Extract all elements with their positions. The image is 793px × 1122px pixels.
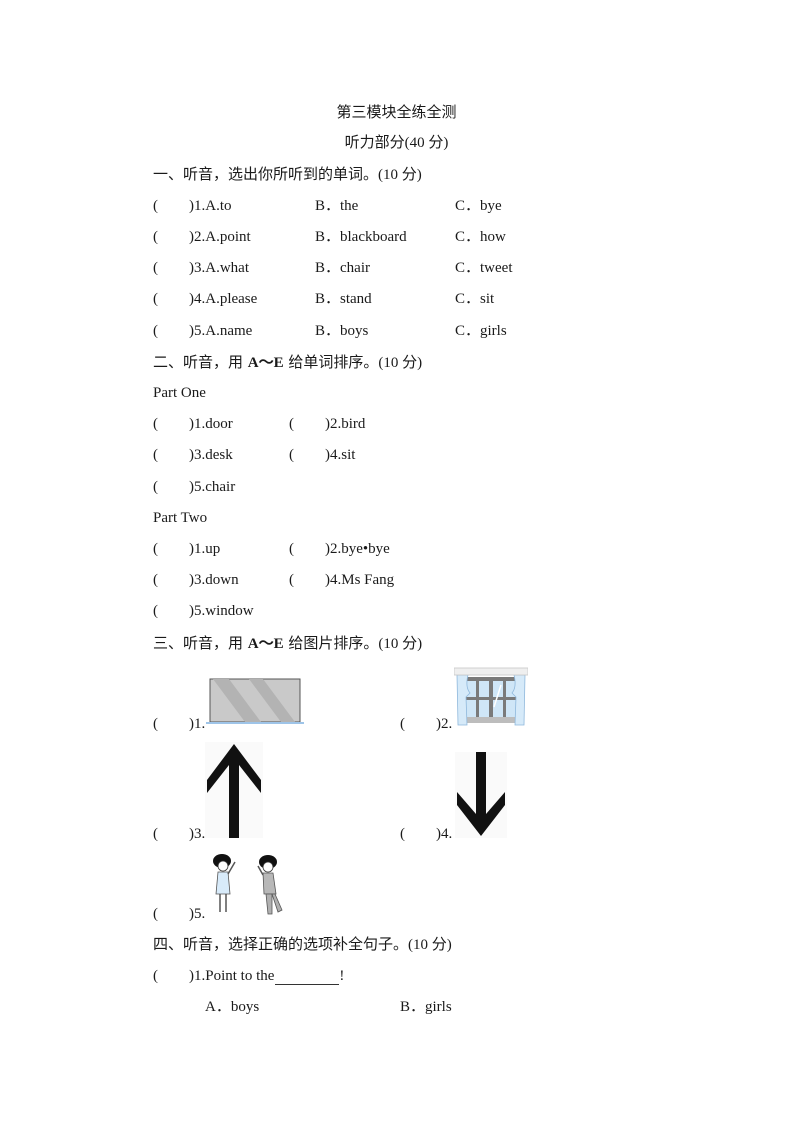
answer-blank[interactable]: ( (153, 478, 189, 496)
answer-blank[interactable]: ( (153, 259, 189, 277)
part-two-label: Part Two (153, 510, 208, 526)
picture-item: ()2. (400, 715, 452, 733)
item-word: )5.window (189, 603, 254, 619)
section3-heading-text-end: 给图片排序。 (283, 634, 379, 652)
part-one-item: ()4.sit (289, 446, 355, 464)
section4-score: (10 分) (408, 937, 452, 953)
option-b: B．chair (315, 260, 370, 276)
section3-heading-text: 三、听音，用 (153, 634, 248, 652)
answer-blank[interactable]: ( (153, 290, 189, 308)
item-word: )2.bird (325, 416, 366, 432)
option-c: C．tweet (455, 260, 513, 276)
fill-in-blank[interactable] (275, 970, 340, 985)
subtitle-text: 听力部分(40 分) (344, 135, 449, 151)
part-two-item: ()5.window (153, 602, 254, 620)
item-word: )3.down (189, 572, 239, 588)
option-a: )4.A.please (189, 291, 258, 307)
section1-score: (10 分) (378, 167, 422, 183)
blackboard-picture (206, 678, 304, 724)
section2-score: (10 分) (378, 355, 423, 371)
option-b: B．stand (315, 291, 372, 307)
answer-blank[interactable]: ( (289, 446, 325, 464)
option-c: C．girls (455, 323, 507, 339)
section4-question: ()1.Point to the! (153, 967, 344, 985)
part-one-label: Part One (153, 385, 206, 401)
picture-item: ()1. (153, 715, 205, 733)
section1-heading: 一、听音，选出你所听到的单词。(10 分) (153, 165, 422, 184)
answer-blank[interactable]: ( (153, 967, 189, 985)
up-arrow-icon (205, 742, 263, 838)
answer-blank[interactable]: ( (153, 228, 189, 246)
page-subtitle: 听力部分(40 分) (0, 134, 793, 152)
section2-heading-range: A～E (247, 355, 284, 371)
option-b: B．girls (400, 999, 452, 1015)
part-two-item: ()3.down (153, 571, 239, 589)
picture-item: ()5. (153, 905, 205, 923)
item-word: )4.Ms Fang (325, 572, 395, 588)
item-word: )3.desk (189, 447, 233, 463)
item-number: )2. (436, 716, 453, 732)
picture-item: ()3. (153, 825, 205, 843)
section3-heading: 三、听音，用 A～E 给图片排序。(10 分) (153, 634, 422, 653)
part-two-item: ()2.bye•bye (289, 540, 390, 558)
answer-blank[interactable]: ( (153, 197, 189, 215)
option-a: )2.A.point (189, 229, 251, 245)
option-c: C．sit (455, 291, 495, 307)
answer-blank[interactable]: ( (153, 905, 189, 923)
option-a: )5.A.name (189, 323, 253, 339)
section2-heading-text: 二、听音，用 (153, 353, 248, 371)
part-one-item: ()1.door (153, 415, 233, 433)
answer-blank[interactable]: ( (153, 571, 189, 589)
answer-blank[interactable]: ( (153, 540, 189, 558)
answer-blank[interactable]: ( (153, 825, 189, 843)
answer-blank[interactable]: ( (400, 715, 436, 733)
item-word: )2.bye•bye (325, 541, 390, 557)
item-word: )1.door (189, 416, 233, 432)
option-b: B．boys (315, 323, 369, 339)
part-one-item: ()3.desk (153, 446, 233, 464)
part-two-item: ()4.Ms Fang (289, 571, 394, 589)
item-word: )4.sit (325, 447, 356, 463)
item-number: )4. (436, 826, 453, 842)
option-a: )3.A.what (189, 260, 249, 276)
item-number: )5. (189, 906, 206, 922)
question-stem: )1.Point to the (189, 968, 275, 984)
answer-blank[interactable]: ( (289, 571, 325, 589)
answer-blank[interactable]: ( (153, 415, 189, 433)
answer-blank[interactable]: ( (153, 446, 189, 464)
option-a: )1.A.to (189, 198, 232, 214)
option-c: C．bye (455, 198, 502, 214)
window-picture (454, 667, 528, 726)
option-c: C．how (455, 229, 506, 245)
option-b: B．blackboard (315, 229, 407, 245)
option-a: A．boys (205, 999, 260, 1015)
section2-heading-text-end: 给单词排序。 (283, 353, 379, 371)
item-word: )1.up (189, 541, 221, 557)
answer-blank[interactable]: ( (289, 415, 325, 433)
answer-blank[interactable]: ( (153, 322, 189, 340)
part-one-item: ()2.bird (289, 415, 365, 433)
section3-heading-range: A～E (247, 636, 284, 652)
section4-heading-text: 四、听音，选择正确的选项补全句子。 (153, 935, 409, 953)
section2-heading: 二、听音，用 A～E 给单词排序。(10 分) (153, 353, 422, 372)
answer-blank[interactable]: ( (289, 540, 325, 558)
option-b: B．the (315, 198, 359, 214)
section4-heading: 四、听音，选择正确的选项补全句子。(10 分) (153, 935, 452, 954)
item-word: )5.chair (189, 479, 236, 495)
picture-item: ()4. (400, 825, 452, 843)
page-title: 第三模块全练全测 (336, 103, 457, 121)
answer-blank[interactable]: ( (153, 715, 189, 733)
question-end: ! (339, 968, 345, 984)
item-number: )3. (189, 826, 206, 842)
bye-bye-picture (213, 854, 283, 915)
part-two-item: ()1.up (153, 540, 220, 558)
down-arrow-icon (455, 752, 507, 838)
answer-blank[interactable]: ( (400, 825, 436, 843)
section3-score: (10 分) (378, 636, 423, 652)
part-one-item: ()5.chair (153, 478, 235, 496)
section1-heading-text: 一、听音，选出你所听到的单词。 (153, 165, 379, 183)
answer-blank[interactable]: ( (153, 602, 189, 620)
